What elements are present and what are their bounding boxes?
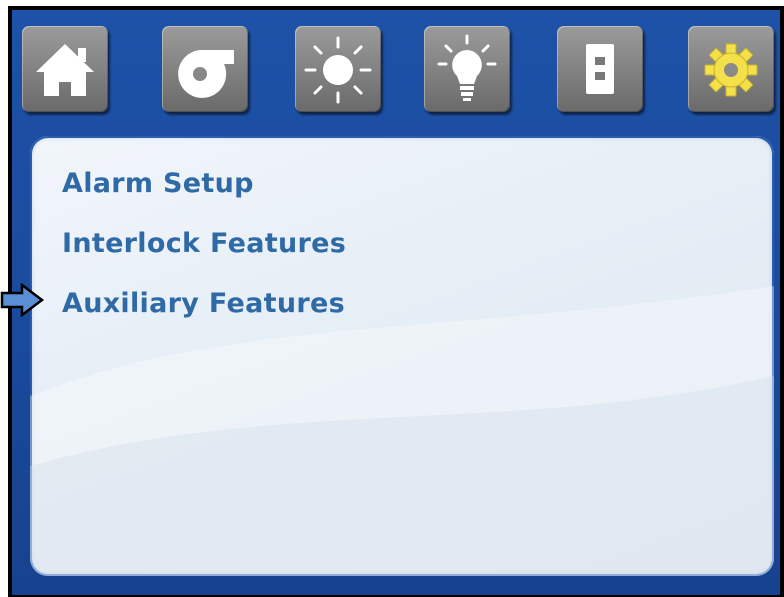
menu-panel: Alarm Setup Interlock Features Auxiliary…: [30, 136, 774, 576]
home-button[interactable]: [22, 26, 108, 112]
light-switch-icon: [586, 44, 614, 94]
top-toolbar: [12, 10, 780, 130]
menu-item-auxiliary-features[interactable]: Auxiliary Features: [62, 288, 345, 319]
menu-item-alarm-setup[interactable]: Alarm Setup: [62, 168, 254, 199]
sun-icon: [304, 36, 372, 104]
sun-button[interactable]: [295, 26, 381, 112]
lightbulb-icon: [437, 34, 497, 101]
display-screen: Alarm Setup Interlock Features Auxiliary…: [12, 10, 780, 595]
lightbulb-button[interactable]: [424, 26, 510, 112]
panel-background-swoosh: [30, 286, 774, 576]
fan-button[interactable]: [162, 26, 248, 112]
device-frame: Alarm Setup Interlock Features Auxiliary…: [8, 6, 784, 597]
fan-icon: [178, 50, 234, 98]
menu-item-interlock-features[interactable]: Interlock Features: [62, 228, 346, 259]
selection-arrow-icon: [0, 283, 45, 317]
light-switch-button[interactable]: [557, 26, 643, 112]
home-icon: [36, 44, 94, 96]
settings-button[interactable]: [688, 26, 774, 112]
gear-icon: [704, 43, 758, 97]
